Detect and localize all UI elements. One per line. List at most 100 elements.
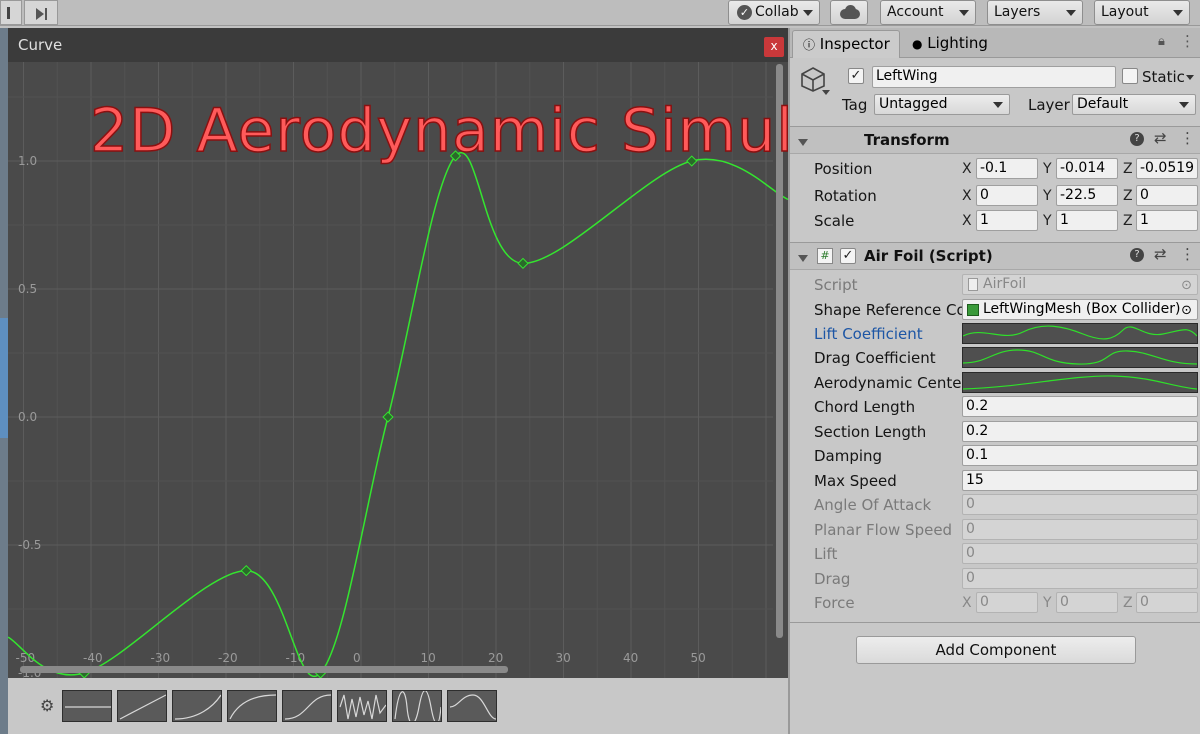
max-speed-label: Max Speed [814,472,897,490]
position-label: Position [814,160,873,178]
more-icon[interactable]: ⋮ [1180,32,1195,50]
section-length-field[interactable]: 0.2 [962,421,1198,442]
preset-icon[interactable]: ⇄ [1154,245,1167,263]
preset-sine[interactable] [392,689,442,725]
script-icon: # [817,248,833,264]
pause-button[interactable] [0,0,22,25]
damping-field[interactable]: 0.1 [962,445,1198,466]
shape-ref-value: LeftWingMesh (Box Collider) [983,301,1181,317]
drag-field: 0 [962,568,1198,589]
more-icon[interactable]: ⋮ [1180,129,1195,147]
script-field: AirFoil ⊙ [962,274,1198,295]
axis-z-label: Z [1123,188,1133,204]
lift-coef-curve-field[interactable] [962,323,1198,344]
planar-flow-field: 0 [962,519,1198,540]
damping-label: Damping [814,447,883,465]
axis-y-label: Y [1043,188,1052,204]
tab-inspector-label: Inspector [819,35,890,53]
position-y-field[interactable]: -0.014 [1056,158,1118,179]
airfoil-header[interactable]: # ✓ Air Foil (Script) ? ⇄ ⋮ [790,242,1200,270]
layout-dropdown[interactable]: Layout [1094,0,1190,25]
section-divider [790,622,1200,623]
tab-lighting[interactable]: ● Lighting [902,30,1010,58]
chevron-down-icon [959,10,969,16]
force-x-field: 0 [976,592,1038,613]
layer-dropdown[interactable]: Default [1072,94,1196,115]
chevron-down-icon[interactable] [1186,75,1194,80]
top-toolbar: ✓ Collab Account Layers Layout [0,0,1200,26]
airfoil-title: Air Foil (Script) [864,247,993,265]
preset-noise[interactable] [337,690,387,722]
aero-center-curve-field[interactable] [962,372,1198,393]
y-tick-label: 0.0 [18,410,37,424]
drag-label: Drag [814,570,851,588]
lock-icon[interactable]: 🔒︎ [1158,34,1165,49]
preset-ease-in[interactable] [172,690,222,722]
cube-icon [800,66,826,92]
preset-linear[interactable] [117,690,167,722]
scale-z-field[interactable]: 1 [1136,210,1198,231]
tab-inspector[interactable]: ⓘ Inspector [792,30,900,58]
curve-window-title: Curve [18,36,63,54]
cloud-button[interactable] [830,0,868,25]
y-tick-label: -0.5 [18,538,41,552]
x-tick-label: -40 [83,651,103,665]
preset-bell[interactable] [447,690,497,722]
preset-ease-in-out[interactable] [282,690,332,722]
step-button[interactable] [24,0,58,25]
info-icon: ⓘ [803,38,816,52]
force-z-field: 0 [1136,592,1198,613]
more-icon[interactable]: ⋮ [1180,245,1195,263]
layers-label: Layers [994,4,1041,20]
axis-y-label: Y [1043,213,1052,229]
aoa-field: 0 [962,494,1198,515]
tag-dropdown[interactable]: Untagged [874,94,1010,115]
airfoil-enabled-checkbox[interactable]: ✓ [840,248,856,264]
rotation-y-field[interactable]: -22.5 [1056,185,1118,206]
chevron-down-icon [798,255,808,262]
axis-z-label: Z [1123,595,1133,611]
help-icon[interactable]: ? [1130,132,1144,146]
rotation-z-field[interactable]: 0 [1136,185,1198,206]
active-checkbox[interactable]: ✓ [848,68,864,84]
position-x-field[interactable]: -0.1 [976,158,1038,179]
drag-coef-curve-field[interactable] [962,347,1198,368]
tab-lighting-label: Lighting [927,34,988,52]
object-name-field[interactable]: LeftWing [872,66,1116,88]
add-component-button[interactable]: Add Component [856,636,1136,664]
aero-center-label: Aerodynamic Center [814,374,968,392]
target-icon[interactable]: ⊙ [1181,301,1192,319]
layer-label: Layer [1028,96,1070,114]
transform-title: Transform [864,131,950,149]
y-tick-label: 0.5 [18,282,37,296]
max-speed-field[interactable]: 15 [962,470,1198,491]
preset-ease-out[interactable] [227,690,277,722]
chevron-down-icon[interactable] [822,90,830,95]
axis-z-label: Z [1123,213,1133,229]
scene-view-edge [0,28,8,734]
scale-label: Scale [814,212,855,230]
rotation-x-field[interactable]: 0 [976,185,1038,206]
preset-icon[interactable]: ⇄ [1154,129,1167,147]
scale-y-field[interactable]: 1 [1056,210,1118,231]
layers-dropdown[interactable]: Layers [987,0,1083,25]
lift-field: 0 [962,543,1198,564]
static-label: Static [1142,68,1185,86]
static-checkbox[interactable] [1122,68,1138,84]
shape-ref-field[interactable]: LeftWingMesh (Box Collider) ⊙ [962,299,1198,320]
transform-header[interactable]: Transform ? ⇄ ⋮ [790,126,1200,154]
close-button[interactable]: x [764,37,784,57]
chord-length-field[interactable]: 0.2 [962,396,1198,417]
gear-icon[interactable]: ⚙ [40,696,54,715]
help-icon[interactable]: ? [1130,248,1144,262]
position-z-field[interactable]: -0.0519 [1136,158,1198,179]
target-icon: ⊙ [1181,278,1192,293]
collab-button[interactable]: ✓ Collab [728,0,820,25]
preset-constant[interactable] [62,690,112,722]
bulb-icon: ● [912,37,923,51]
x-tick-label: -20 [218,651,238,665]
scale-x-field[interactable]: 1 [976,210,1038,231]
inspector-panel: ⓘ Inspector ● Lighting 🔒︎ ⋮ ✓ LeftWing S… [788,28,1200,734]
axis-y-label: Y [1043,595,1052,611]
account-dropdown[interactable]: Account [880,0,976,25]
